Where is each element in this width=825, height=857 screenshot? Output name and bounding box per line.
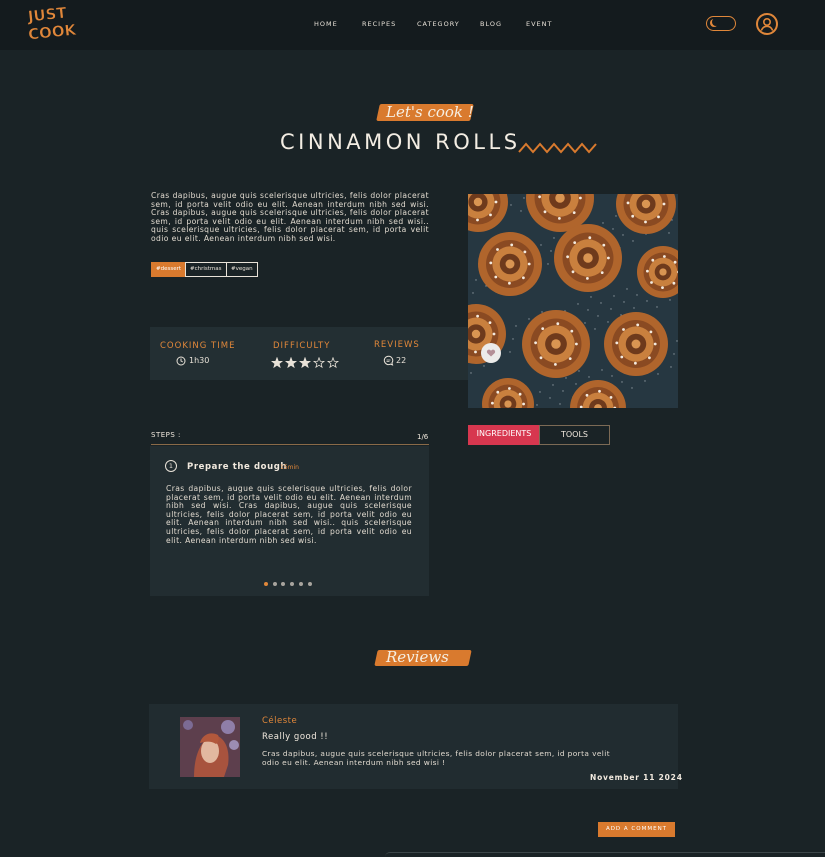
cooking-time-value: 1h30: [189, 356, 210, 365]
step-title: Prepare the dough: [187, 462, 288, 472]
pagination-dot[interactable]: [307, 582, 312, 586]
dark-mode-toggle[interactable]: [706, 16, 736, 31]
clock-icon: [176, 356, 186, 366]
review-body: Cras dapibus, augue quis scelerisque ult…: [262, 749, 611, 767]
heart-icon: [486, 349, 496, 357]
nav-category[interactable]: CATEGORY: [417, 20, 460, 28]
top-navigation-bar: [0, 0, 825, 50]
recipe-photo: [468, 194, 678, 408]
tab-tools[interactable]: TOOLS: [539, 425, 610, 445]
difficulty-star-icon: [298, 356, 312, 369]
review-date: November 11 2024: [590, 773, 683, 782]
review-author: Céleste: [262, 716, 298, 726]
pagination-dot[interactable]: [281, 582, 286, 586]
pagination-dot[interactable]: [272, 582, 277, 586]
reviews-label: REVIEWS: [374, 340, 420, 350]
reviewer-avatar: [180, 717, 240, 777]
recipe-intro: Cras dapibus, augue quis scelerisque ult…: [151, 191, 429, 243]
nav-event[interactable]: EVENT: [526, 20, 553, 28]
difficulty-star-icon: [284, 356, 298, 369]
step-description: Cras dapibus, augue quis scelerisque ult…: [166, 484, 412, 545]
just-cook-logo[interactable]: JUST COOK: [24, 3, 82, 44]
cooking-time-label: COOKING TIME: [160, 341, 236, 351]
step-pagination[interactable]: [264, 582, 324, 587]
nav-home[interactable]: HOME: [314, 20, 338, 28]
kicker-text: Let's cook !: [386, 103, 474, 121]
pagination-dot[interactable]: [264, 582, 268, 586]
nav-recipes[interactable]: RECIPES: [362, 20, 396, 28]
steps-label: STEPS :: [151, 431, 181, 439]
tab-ingredients[interactable]: INGREDIENTS: [468, 425, 540, 445]
add-comment-button[interactable]: ADD A COMMENT: [598, 822, 675, 837]
tag-christmas[interactable]: #christmas: [185, 262, 227, 277]
step-duration: 15min: [280, 464, 299, 471]
nav-blog[interactable]: BLOG: [480, 20, 502, 28]
pagination-dot[interactable]: [298, 582, 303, 586]
difficulty-rating: [270, 354, 341, 369]
comment-icon: [383, 355, 394, 366]
difficulty-star-icon: [270, 356, 284, 369]
recipe-title: CINNAMON ROLLS: [280, 130, 521, 154]
difficulty-label: DIFFICULTY: [273, 341, 331, 351]
user-account-icon[interactable]: [756, 13, 778, 35]
logo-text-cook: COOK: [27, 21, 78, 44]
tag-dessert[interactable]: #dessert: [151, 262, 187, 277]
steps-counter: 1/6: [417, 433, 429, 441]
reviews-count: 22: [396, 356, 407, 365]
difficulty-star-icon: [326, 356, 340, 369]
pagination-dot[interactable]: [290, 582, 295, 586]
comment-form-edge: [385, 852, 825, 857]
reviews-heading: Reviews: [386, 648, 449, 666]
difficulty-star-icon: [312, 356, 326, 369]
steps-divider: [151, 444, 429, 445]
moon-icon: [710, 18, 720, 27]
favorite-button[interactable]: [481, 343, 501, 363]
review-title: Really good !!: [262, 732, 329, 742]
step-number: 1: [165, 460, 177, 472]
tag-vegan[interactable]: #vegan: [226, 262, 258, 277]
zigzag-decoration: [518, 142, 597, 154]
